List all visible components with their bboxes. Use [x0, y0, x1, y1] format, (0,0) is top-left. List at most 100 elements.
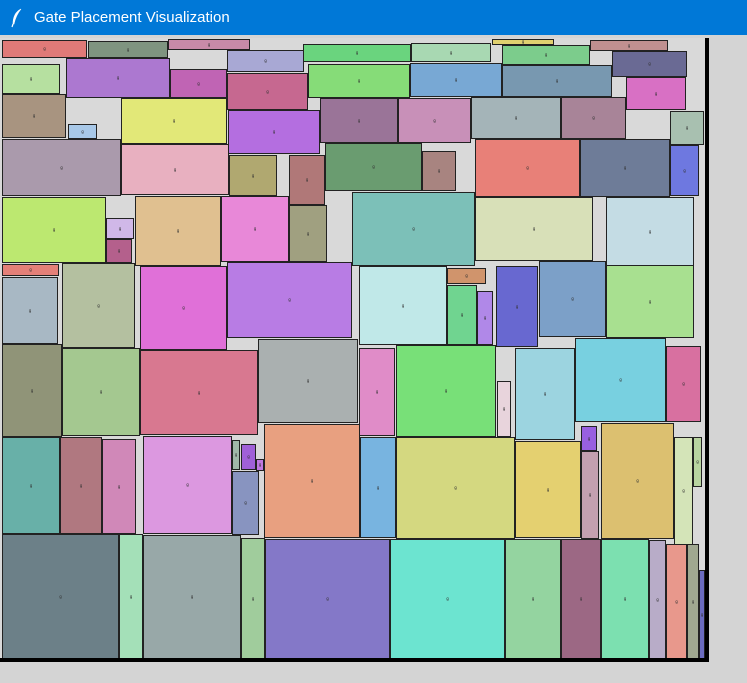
gate-block[interactable]: g: [227, 73, 308, 110]
gate-block[interactable]: g: [390, 539, 505, 659]
gate-block[interactable]: g: [581, 426, 597, 451]
gate-block[interactable]: g: [2, 64, 60, 94]
gate-block[interactable]: g: [2, 277, 58, 344]
gate-block[interactable]: g: [649, 540, 666, 659]
gate-block[interactable]: g: [2, 437, 60, 534]
gate-block[interactable]: g: [2, 264, 59, 276]
gate-block[interactable]: g: [396, 437, 515, 539]
gate-block[interactable]: g: [687, 544, 699, 659]
gate-block[interactable]: g: [447, 268, 486, 284]
gate-block[interactable]: g: [606, 197, 694, 266]
gate-block[interactable]: g: [396, 345, 496, 437]
gate-block[interactable]: g: [2, 197, 106, 263]
gate-block[interactable]: g: [143, 436, 232, 534]
gate-block[interactable]: g: [265, 539, 390, 659]
gate-block[interactable]: g: [119, 534, 143, 659]
gate-block[interactable]: g: [581, 451, 599, 539]
gate-block[interactable]: g: [303, 44, 411, 62]
gate-block[interactable]: g: [360, 437, 396, 538]
gate-block[interactable]: g: [289, 205, 327, 262]
gate-block[interactable]: g: [422, 151, 456, 191]
gate-block[interactable]: g: [143, 535, 241, 659]
gate-block[interactable]: g: [447, 285, 477, 345]
placement-plot[interactable]: g g g g g g g g g g g g g g g g g g g g g g g g g g g g g g g g g g g g g g g g…: [0, 38, 708, 662]
gate-block[interactable]: g: [60, 437, 102, 534]
gate-block[interactable]: g: [352, 192, 475, 266]
gate-block[interactable]: g: [170, 69, 227, 98]
gate-block[interactable]: g: [612, 51, 687, 77]
gate-label: g: [190, 594, 194, 599]
gate-block[interactable]: g: [227, 262, 352, 338]
gate-block[interactable]: g: [256, 459, 264, 471]
gate-block[interactable]: g: [2, 534, 119, 659]
gate-block[interactable]: g: [121, 98, 227, 144]
gate-block[interactable]: g: [325, 143, 422, 191]
gate-block[interactable]: g: [2, 94, 66, 138]
gate-block[interactable]: g: [66, 58, 170, 98]
gate-block[interactable]: g: [232, 440, 240, 470]
gate-block[interactable]: g: [227, 50, 304, 72]
gate-block[interactable]: g: [674, 437, 693, 545]
gate-block[interactable]: g: [497, 381, 511, 437]
gate-block[interactable]: g: [289, 155, 325, 205]
gate-block[interactable]: g: [2, 139, 121, 196]
gate-block[interactable]: g: [411, 43, 491, 62]
gate-block[interactable]: g: [580, 139, 670, 197]
gate-block[interactable]: g: [228, 110, 320, 154]
gate-block[interactable]: g: [561, 97, 626, 139]
gate-block[interactable]: g: [2, 40, 87, 58]
gate-block[interactable]: g: [62, 263, 135, 348]
gate-block[interactable]: g: [221, 196, 289, 262]
gate-block[interactable]: g: [496, 266, 538, 347]
gate-label: g: [28, 307, 32, 313]
gate-block[interactable]: g: [626, 77, 686, 110]
gate-block[interactable]: g: [670, 111, 704, 145]
gate-block[interactable]: g: [410, 63, 502, 97]
gate-block[interactable]: g: [475, 139, 580, 197]
gate-block[interactable]: g: [88, 41, 168, 58]
gate-block[interactable]: g: [475, 197, 593, 261]
gate-block[interactable]: g: [106, 239, 132, 263]
gate-block[interactable]: g: [398, 98, 471, 143]
gate-block[interactable]: g: [505, 539, 561, 659]
gate-block[interactable]: g: [168, 39, 250, 50]
gate-block[interactable]: g: [590, 40, 668, 51]
gate-block[interactable]: g: [232, 471, 259, 535]
gate-block[interactable]: g: [666, 544, 687, 659]
gate-block[interactable]: g: [308, 64, 410, 98]
gate-block[interactable]: g: [258, 339, 358, 423]
gate-block[interactable]: g: [670, 145, 699, 196]
gate-block[interactable]: g: [601, 539, 649, 659]
gate-block[interactable]: g: [264, 424, 360, 538]
gate-block[interactable]: g: [502, 65, 612, 97]
gate-block[interactable]: g: [320, 98, 398, 143]
gate-block[interactable]: g: [2, 344, 62, 437]
gate-block[interactable]: g: [693, 437, 702, 487]
gate-block[interactable]: g: [140, 266, 227, 350]
gate-block[interactable]: g: [601, 423, 674, 539]
gate-block[interactable]: g: [121, 144, 229, 195]
gate-block[interactable]: g: [502, 45, 590, 65]
gate-block[interactable]: g: [561, 539, 601, 659]
gate-block[interactable]: g: [241, 538, 265, 659]
gate-block[interactable]: g: [359, 266, 447, 345]
gate-block[interactable]: g: [135, 196, 221, 266]
gate-block[interactable]: g: [140, 350, 258, 435]
gate-block[interactable]: g: [606, 265, 694, 338]
gate-block[interactable]: g: [539, 261, 606, 337]
gate-block[interactable]: g: [229, 155, 277, 196]
gate-block[interactable]: g: [359, 348, 395, 436]
gate-label: g: [306, 230, 310, 236]
gate-block[interactable]: g: [62, 348, 140, 436]
gate-block[interactable]: g: [471, 97, 561, 139]
gate-block[interactable]: g: [241, 444, 256, 470]
gate-block[interactable]: g: [575, 338, 666, 422]
gate-block[interactable]: g: [515, 348, 575, 440]
gate-block[interactable]: g: [515, 441, 581, 538]
gate-block[interactable]: g: [666, 346, 701, 422]
gate-block[interactable]: g: [477, 291, 493, 345]
gate-block[interactable]: g: [102, 439, 136, 534]
gate-label: g: [253, 226, 257, 231]
gate-block[interactable]: g: [106, 218, 134, 239]
gate-block[interactable]: g: [68, 124, 97, 139]
